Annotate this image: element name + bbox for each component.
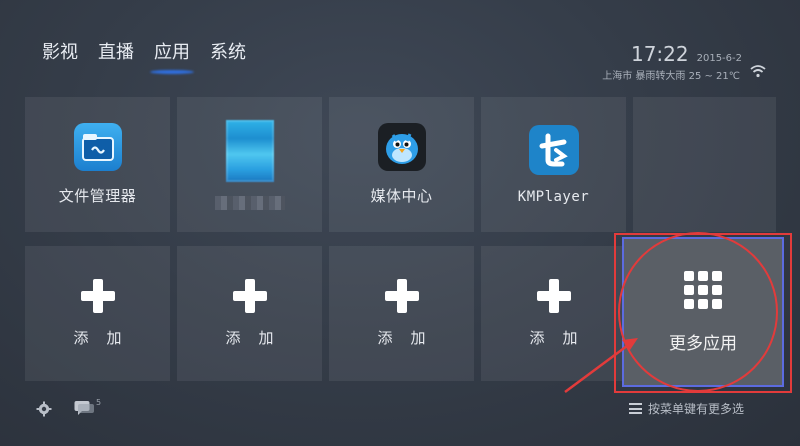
clock: 17:22 2015-6-2 — [631, 42, 742, 66]
clock-date: 2015-6-2 — [696, 53, 742, 64]
app-tile-blurred[interactable] — [177, 97, 322, 232]
more-apps-tile[interactable]: 更多应用 — [622, 237, 784, 387]
nav-tab-live[interactable]: 直播 — [98, 38, 134, 70]
nav-tab-system[interactable]: 系统 — [210, 38, 246, 70]
plus-icon — [384, 279, 419, 313]
add-app-tile[interactable]: 添加 — [177, 246, 322, 381]
media-center-bird-icon — [377, 123, 426, 171]
add-label: 添加 — [529, 329, 596, 347]
more-apps-label: 更多应用 — [669, 333, 737, 354]
add-label: 添加 — [73, 329, 140, 347]
menu-hint: 按菜单键有更多选 — [628, 400, 744, 417]
wifi-icon — [750, 65, 766, 78]
app-label: 媒体中心 — [370, 187, 433, 205]
message-icon[interactable] — [74, 400, 94, 416]
add-label: 添加 — [225, 329, 292, 347]
add-app-tile[interactable]: 添加 — [481, 246, 626, 381]
empty-tile[interactable] — [633, 97, 776, 232]
add-label: 添加 — [377, 329, 444, 347]
clock-time: 17:22 — [630, 42, 689, 66]
blurred-app-label — [214, 195, 285, 210]
app-tile-kmplayer[interactable]: KMPlayer — [481, 97, 626, 232]
app-label: 文件管理器 — [58, 187, 137, 205]
plus-icon — [536, 279, 571, 313]
add-app-tile[interactable]: 添加 — [329, 246, 474, 381]
file-manager-icon — [73, 123, 122, 171]
weather-text: 上海市 暴雨转大雨 25 ~ 21℃ — [602, 71, 740, 82]
menu-hint-text: 按菜单键有更多选 — [647, 402, 744, 416]
plus-icon — [232, 279, 267, 313]
kmplayer-icon — [528, 124, 579, 175]
blurred-app-icon — [225, 119, 274, 182]
app-tile-media-center[interactable]: 媒体中心 — [329, 97, 474, 232]
app-tile-file-manager[interactable]: 文件管理器 — [25, 97, 170, 232]
plus-icon — [80, 279, 115, 313]
app-label: KMPlayer — [517, 188, 590, 205]
top-nav: 影视 直播 应用 系统 — [42, 38, 246, 70]
nav-tab-movies[interactable]: 影视 — [42, 38, 78, 70]
message-badge: 5 — [96, 398, 102, 407]
add-app-tile[interactable]: 添加 — [25, 246, 170, 381]
nav-tab-apps[interactable]: 应用 — [154, 38, 190, 70]
menu-icon — [628, 403, 642, 414]
grid-icon — [684, 270, 722, 309]
gear-icon[interactable] — [36, 401, 52, 417]
